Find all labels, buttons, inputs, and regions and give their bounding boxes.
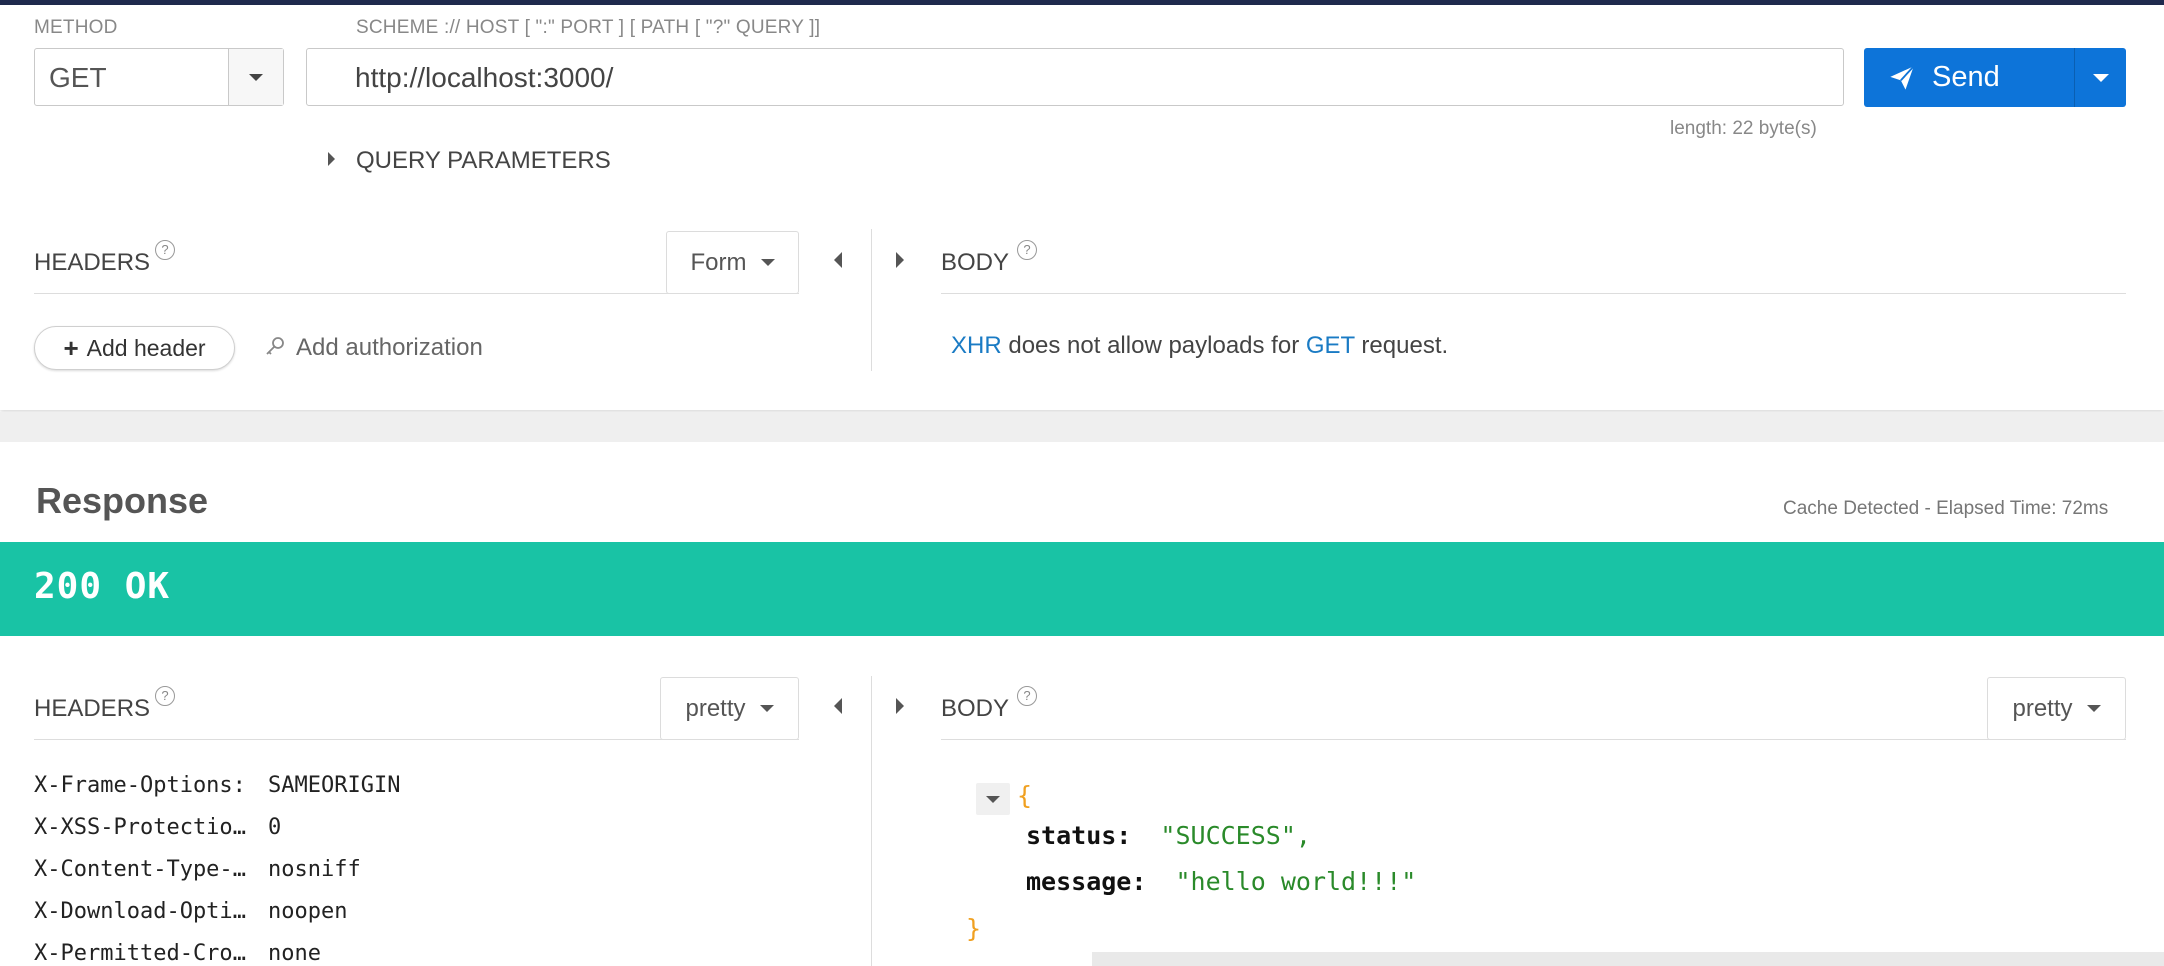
json-key: status:	[1026, 821, 1132, 850]
key-icon	[266, 337, 284, 355]
response-headers-title: HEADERS	[34, 695, 151, 722]
header-row: X-Frame-Options: SAMEORIGIN	[0, 773, 860, 803]
add-header-label: Add header	[86, 334, 206, 361]
chevron-right-icon	[896, 252, 904, 268]
help-icon[interactable]: ?	[1017, 686, 1037, 706]
divider	[941, 293, 2126, 294]
response-title: Response	[36, 480, 209, 521]
body-message-end: request.	[1354, 332, 1449, 359]
panel-divider	[871, 676, 872, 966]
response-body-title: BODY	[941, 695, 1010, 722]
status-code: 200 OK	[34, 566, 171, 607]
chevron-down-icon	[760, 259, 775, 266]
json-close-brace: }	[966, 914, 982, 943]
method-select[interactable]: GET	[34, 48, 284, 106]
help-icon[interactable]: ?	[155, 240, 175, 260]
plus-icon: +	[63, 332, 79, 363]
collapse-left-button[interactable]	[834, 252, 842, 268]
header-row: X-Permitted-Cros… none	[0, 941, 860, 966]
header-value: noopen	[268, 899, 348, 924]
json-key: message:	[1026, 867, 1147, 896]
paper-plane-icon	[1890, 65, 1915, 90]
add-header-button[interactable]: + Add header	[34, 326, 235, 370]
body-not-allowed-message: XHR does not allow payloads for GET requ…	[951, 332, 1448, 360]
chevron-down-icon	[986, 795, 1000, 803]
divider	[34, 293, 799, 294]
cache-elapsed-text: Cache Detected - Elapsed Time: 72ms	[1783, 498, 2109, 519]
help-icon[interactable]: ?	[1017, 240, 1037, 260]
chevron-down-icon	[759, 705, 774, 712]
chevron-right-icon	[896, 698, 904, 714]
method-dropdown-toggle[interactable]	[228, 49, 283, 105]
send-button[interactable]: Send	[1864, 48, 2126, 107]
method-value: GET	[49, 62, 107, 93]
get-link[interactable]: GET	[1306, 332, 1355, 359]
collapse-left-button[interactable]	[834, 698, 842, 714]
header-key: X-Frame-Options:	[34, 773, 246, 798]
response-body-format-value: pretty	[2012, 694, 2073, 722]
json-string: "SUCCESS",	[1160, 821, 1311, 850]
status-bar	[0, 542, 2164, 636]
header-key: X-Content-Type-O…	[34, 857, 258, 882]
section-gap	[0, 412, 2164, 442]
add-authorization-link[interactable]: Add authorization	[264, 334, 483, 362]
header-value: 0	[268, 815, 282, 840]
query-params-toggle-icon[interactable]	[328, 152, 335, 166]
horizontal-scrollbar[interactable]	[1092, 952, 2164, 966]
url-value: http://localhost:3000/	[355, 62, 614, 93]
send-label: Send	[1932, 61, 2000, 93]
url-format-label: SCHEME :// HOST [ ":" PORT ] [ PATH [ "?…	[356, 17, 821, 38]
method-label: METHOD	[34, 17, 118, 38]
header-value: SAMEORIGIN	[268, 773, 401, 798]
json-collapse-toggle[interactable]	[976, 783, 1010, 815]
panel-divider	[871, 229, 872, 371]
header-key: X-Download-Optio…	[34, 899, 258, 924]
chevron-right-icon	[328, 152, 335, 166]
add-authorization-label: Add authorization	[296, 334, 483, 361]
chevron-down-icon	[2086, 705, 2101, 712]
chevron-left-icon	[834, 252, 842, 268]
url-input[interactable]: http://localhost:3000/	[306, 48, 1844, 106]
header-key: X-XSS-Protection:	[34, 815, 258, 840]
json-message-line: message: "hello world!!!"	[1026, 867, 1416, 896]
json-string: "hello world!!!"	[1175, 867, 1417, 896]
header-value: nosniff	[268, 857, 361, 882]
url-length-text: length: 22 byte(s)	[1670, 118, 1817, 139]
request-body-title: BODY	[941, 249, 1010, 276]
response-headers-format-select[interactable]: pretty	[660, 677, 799, 740]
request-headers-format-value: Form	[690, 248, 747, 276]
json-status-line: status: "SUCCESS",	[1026, 821, 1311, 850]
xhr-link[interactable]: XHR	[951, 332, 1002, 359]
body-message-text: does not allow payloads for	[1001, 332, 1306, 359]
chevron-down-icon	[249, 73, 263, 81]
collapse-right-button[interactable]	[896, 698, 904, 714]
header-value: none	[268, 941, 321, 966]
header-row: X-Download-Optio… noopen	[0, 899, 860, 929]
request-headers-format-select[interactable]: Form	[666, 231, 799, 294]
header-key: X-Permitted-Cros…	[34, 941, 258, 966]
header-row: X-Content-Type-O… nosniff	[0, 857, 860, 887]
help-icon[interactable]: ?	[155, 686, 175, 706]
divider	[34, 739, 799, 740]
query-params-toggle[interactable]: QUERY PARAMETERS	[356, 147, 611, 175]
response-headers-format-value: pretty	[685, 694, 746, 722]
chevron-down-icon	[2092, 73, 2109, 82]
header-row: X-XSS-Protection: 0	[0, 815, 860, 845]
response-body-format-select[interactable]: pretty	[1987, 677, 2126, 740]
request-headers-title: HEADERS	[34, 249, 151, 276]
json-open-brace: {	[1017, 781, 1033, 810]
collapse-right-button[interactable]	[896, 252, 904, 268]
send-options-toggle[interactable]	[2075, 48, 2126, 107]
divider	[941, 739, 2126, 740]
chevron-left-icon	[834, 698, 842, 714]
